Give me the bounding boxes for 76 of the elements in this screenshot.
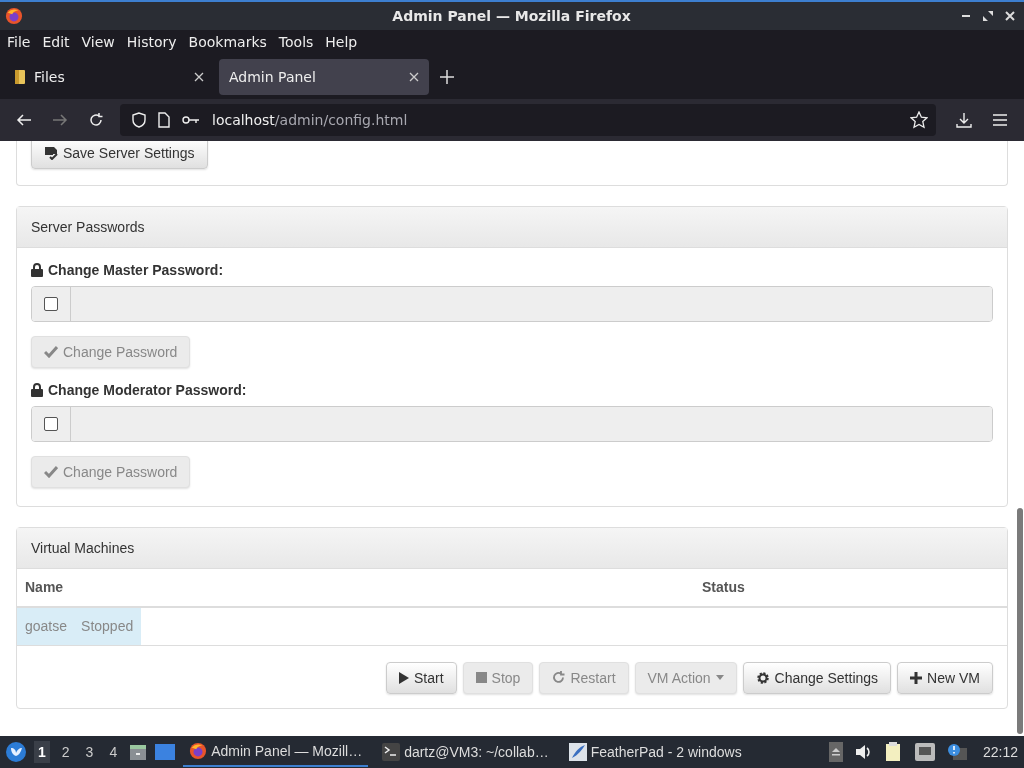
field-label: Change Master Password:	[48, 261, 224, 278]
caret-icon	[715, 675, 724, 681]
taskbar-item[interactable]: dartz@VM3: ~/collab…	[376, 737, 555, 767]
key-icon	[182, 114, 200, 125]
feather-icon	[568, 743, 587, 761]
table-cell: Stopped	[81, 618, 134, 635]
browser-tab[interactable]: Files	[4, 58, 214, 95]
taskbar-item[interactable]: FeatherPad - 2 windows	[562, 737, 748, 767]
menu-icon[interactable]	[992, 112, 1008, 127]
url-text: localhost/admin/config.html	[212, 111, 409, 128]
close-icon[interactable]	[409, 71, 419, 82]
window-title: Admin Panel — Mozilla Firefox	[391, 8, 632, 24]
column-header: Name	[24, 579, 65, 596]
clock: 22:12	[982, 744, 1018, 760]
firefox-icon	[5, 7, 23, 25]
star-icon[interactable]	[910, 110, 928, 129]
back-icon[interactable]	[16, 111, 32, 128]
card-title: Virtual Machines	[31, 539, 135, 556]
workspace-button[interactable]: 4	[105, 741, 122, 763]
maximize-icon[interactable]	[982, 10, 994, 22]
action-button[interactable]: Start	[386, 661, 457, 694]
address-bar[interactable]: localhost/admin/config.html	[120, 103, 936, 136]
download-icon[interactable]	[956, 111, 972, 128]
workspace-button[interactable]: 3	[81, 741, 98, 763]
check-icon	[44, 465, 58, 478]
clipboard-icon[interactable]	[884, 742, 903, 762]
close-icon[interactable]	[194, 71, 204, 82]
stop-icon	[475, 672, 487, 684]
eject-icon[interactable]	[828, 742, 843, 762]
card-title: Server Passwords	[31, 218, 145, 235]
desktop-icon[interactable]	[155, 744, 176, 760]
menu-item[interactable]: View	[75, 34, 121, 51]
menu-item[interactable]: Edit	[36, 34, 76, 51]
task-label: dartz@VM3: ~/collab…	[404, 744, 549, 760]
field-label: Change Moderator Password:	[48, 381, 247, 398]
column-header: Status	[702, 579, 745, 596]
terminal-icon	[382, 743, 401, 761]
forward-icon[interactable]	[52, 111, 68, 128]
file-cabinet-icon[interactable]	[129, 743, 148, 761]
tab-label: Admin Panel	[229, 68, 317, 85]
gear-icon	[755, 670, 770, 685]
shield-icon	[132, 111, 146, 128]
task-label: Admin Panel — Mozill…	[211, 743, 363, 759]
taskbar-item[interactable]: Admin Panel — Mozill…	[183, 737, 369, 767]
volume-icon[interactable]	[854, 744, 873, 760]
plus-icon	[910, 671, 923, 684]
action-button[interactable]: Change Settings	[742, 661, 892, 694]
lock-icon	[31, 262, 43, 277]
menu-item[interactable]: File	[1, 34, 37, 51]
menu-item[interactable]: Tools	[272, 34, 320, 51]
start-menu-icon[interactable]	[6, 742, 26, 762]
workspace-button[interactable]: 2	[57, 741, 74, 763]
save-button[interactable]: Save Server Settings	[31, 140, 208, 169]
browser-tab[interactable]: Admin Panel	[219, 58, 429, 95]
menu-item[interactable]: History	[120, 34, 183, 51]
page-icon	[158, 111, 170, 128]
action-button[interactable]: New VM	[897, 661, 993, 694]
menu-item[interactable]: Help	[319, 34, 364, 51]
workspace-button[interactable]: 1	[34, 741, 50, 763]
folder-icon	[14, 68, 26, 85]
scrollbar-thumb[interactable]	[1017, 508, 1023, 735]
close-icon[interactable]	[1004, 10, 1016, 22]
save-icon	[44, 145, 58, 160]
network-icon[interactable]	[914, 743, 935, 761]
tab-label: Files	[34, 68, 66, 85]
lock-icon	[31, 382, 43, 397]
table-cell: goatse	[25, 618, 68, 635]
new-tab-icon[interactable]	[440, 69, 454, 84]
restart-icon	[552, 671, 566, 685]
notification-icon[interactable]	[946, 743, 967, 761]
check-icon	[44, 345, 58, 358]
firefox-icon	[189, 742, 208, 760]
reload-icon[interactable]	[88, 111, 104, 128]
menu-item[interactable]: Bookmarks	[182, 34, 273, 51]
task-label: FeatherPad - 2 windows	[590, 744, 742, 760]
play-icon	[399, 671, 409, 684]
